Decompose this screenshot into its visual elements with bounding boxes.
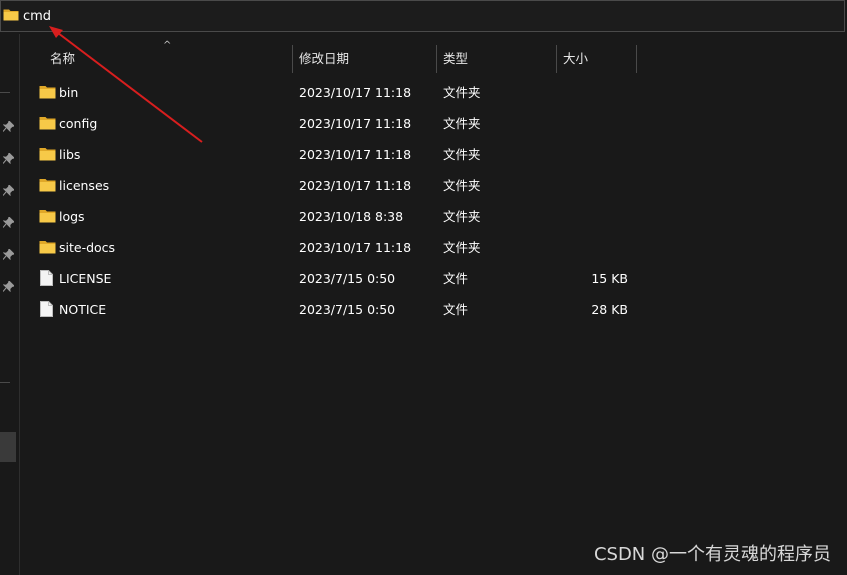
column-header-date[interactable]: 修改日期	[299, 45, 434, 73]
file-date: 2023/7/15 0:50	[299, 302, 396, 317]
column-divider[interactable]	[636, 45, 637, 73]
file-name: NOTICE	[59, 302, 107, 317]
file-name: bin	[59, 85, 79, 100]
sidebar-scrollbar-thumb[interactable]	[0, 432, 16, 462]
file-date: 2023/10/17 11:18	[299, 147, 412, 162]
file-name: site-docs	[59, 240, 116, 255]
file-date: 2023/10/17 11:18	[299, 178, 412, 193]
file-date: 2023/10/17 11:18	[299, 116, 412, 131]
file-row[interactable]: NOTICE 2023/7/15 0:50 文件 28 KB	[28, 294, 648, 325]
pin-icon[interactable]	[2, 280, 15, 293]
pin-icon[interactable]	[2, 120, 15, 133]
navigation-pane[interactable]	[0, 34, 20, 575]
folder-icon	[39, 147, 56, 164]
pin-icon[interactable]	[2, 216, 15, 229]
file-type: 文件夹	[443, 209, 481, 224]
file-row[interactable]: logs 2023/10/18 8:38 文件夹	[28, 201, 648, 232]
folder-icon	[39, 85, 56, 102]
file-name: licenses	[59, 178, 110, 193]
file-row[interactable]: site-docs 2023/10/17 11:18 文件夹	[28, 232, 648, 263]
column-header-type[interactable]: 类型	[443, 45, 553, 73]
column-header-name[interactable]: 名称	[50, 45, 290, 73]
folder-icon	[39, 178, 56, 195]
column-header-size[interactable]: 大小	[563, 45, 633, 73]
file-name: libs	[59, 147, 81, 162]
file-row[interactable]: config 2023/10/17 11:18 文件夹	[28, 108, 648, 139]
divider	[0, 382, 10, 383]
file-size: 15 KB	[591, 271, 628, 286]
file-type: 文件夹	[443, 147, 481, 162]
column-divider[interactable]	[292, 45, 293, 73]
file-date: 2023/10/17 11:18	[299, 85, 412, 100]
folder-icon	[39, 209, 56, 226]
file-row[interactable]: libs 2023/10/17 11:18 文件夹	[28, 139, 648, 170]
pin-icon[interactable]	[2, 248, 15, 261]
pin-icon[interactable]	[2, 184, 15, 197]
folder-icon	[39, 116, 56, 133]
divider	[0, 92, 10, 93]
address-bar[interactable]: cmd	[0, 0, 845, 32]
file-name: config	[59, 116, 98, 131]
file-size: 28 KB	[591, 302, 628, 317]
file-date: 2023/10/18 8:38	[299, 209, 404, 224]
file-name: LICENSE	[59, 271, 112, 286]
file-name: logs	[59, 209, 85, 224]
file-type: 文件夹	[443, 240, 481, 255]
file-row[interactable]: licenses 2023/10/17 11:18 文件夹	[28, 170, 648, 201]
file-row[interactable]: LICENSE 2023/7/15 0:50 文件 15 KB	[28, 263, 648, 294]
file-type: 文件	[443, 271, 469, 286]
column-divider[interactable]	[556, 45, 557, 73]
address-path: cmd	[23, 8, 52, 24]
folder-icon	[3, 8, 19, 24]
file-type: 文件夹	[443, 178, 481, 193]
folder-icon	[39, 240, 56, 257]
file-icon	[40, 270, 53, 289]
file-row[interactable]: bin 2023/10/17 11:18 文件夹	[28, 77, 648, 108]
file-type: 文件夹	[443, 85, 481, 100]
pin-icon[interactable]	[2, 152, 15, 165]
column-divider[interactable]	[436, 45, 437, 73]
file-type: 文件	[443, 302, 469, 317]
file-icon	[40, 301, 53, 320]
file-type: 文件夹	[443, 116, 481, 131]
file-date: 2023/7/15 0:50	[299, 271, 396, 286]
file-date: 2023/10/17 11:18	[299, 240, 412, 255]
watermark: CSDN @一个有灵魂的程序员	[593, 544, 831, 565]
